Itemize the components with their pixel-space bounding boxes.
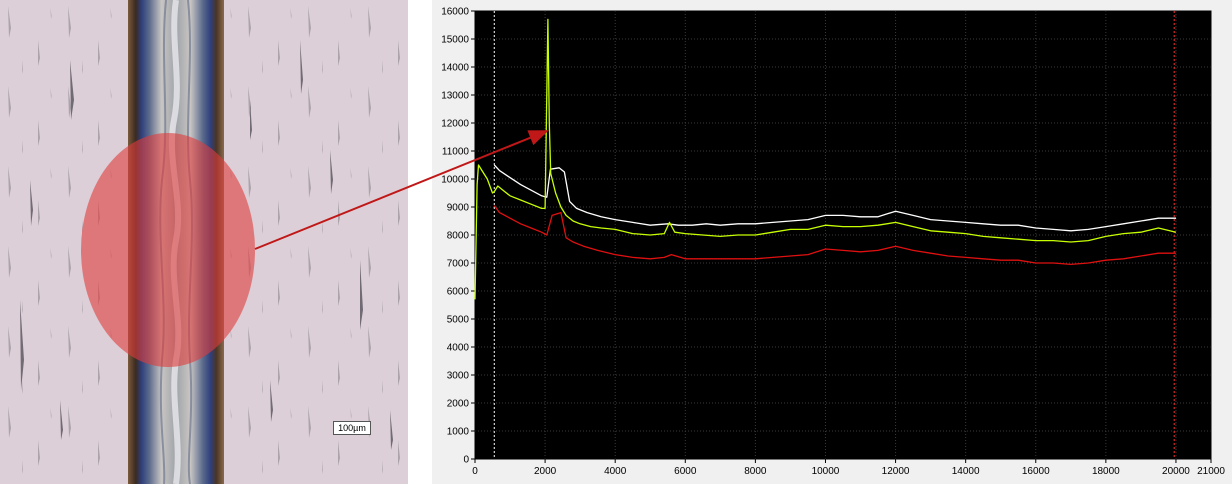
x-tick-label: 21000 — [1197, 466, 1225, 477]
y-tick-label: 13000 — [441, 91, 469, 102]
x-tick-label: 14000 — [952, 466, 980, 477]
x-tick-label: 4000 — [604, 466, 627, 477]
x-tick-label: 18000 — [1092, 466, 1120, 477]
y-tick-label: 7000 — [447, 259, 470, 270]
y-tick-label: 15000 — [441, 35, 469, 46]
y-axis: 0 1000 2000 3000 4000 5000 6000 7000 8000 9000 100… — [441, 7, 475, 466]
y-tick-label: 2000 — [447, 399, 470, 410]
x-tick-label: 12000 — [882, 466, 910, 477]
y-tick-label: 1000 — [447, 427, 470, 438]
y-tick-label: 12000 — [441, 119, 469, 130]
x-tick-label: 8000 — [744, 466, 767, 477]
y-tick-label: 10000 — [441, 175, 469, 186]
highlight-ellipse — [81, 133, 255, 367]
x-tick-label: 2000 — [534, 466, 557, 477]
micrograph-image — [0, 0, 408, 484]
x-axis: 0 2000 4000 6000 8000 10000 12000 14000 16000 180… — [472, 459, 1225, 477]
x-tick-label: 0 — [472, 466, 478, 477]
y-tick-label: 4000 — [447, 343, 470, 354]
y-tick-label: 3000 — [447, 371, 470, 382]
y-tick-label: 11000 — [442, 147, 470, 158]
y-tick-label: 9000 — [447, 203, 470, 214]
weld-micrograph: 100µm — [0, 0, 408, 484]
plot-area — [475, 11, 1211, 459]
signal-chart-panel: 0 2000 4000 6000 8000 10000 12000 14000 16000 180… — [432, 0, 1232, 484]
x-tick-label: 20000 — [1162, 466, 1190, 477]
x-tick-label: 10000 — [812, 466, 840, 477]
x-tick-label: 16000 — [1022, 466, 1050, 477]
y-tick-label: 16000 — [441, 7, 469, 18]
scale-bar-label: 100µm — [333, 421, 371, 435]
signal-chart: 0 2000 4000 6000 8000 10000 12000 14000 16000 180… — [441, 7, 1225, 478]
y-tick-label: 14000 — [441, 63, 469, 74]
y-tick-label: 8000 — [447, 231, 470, 242]
y-tick-label: 0 — [463, 455, 469, 466]
x-tick-label: 6000 — [674, 466, 697, 477]
y-tick-label: 6000 — [447, 287, 470, 298]
y-tick-label: 5000 — [447, 315, 470, 326]
